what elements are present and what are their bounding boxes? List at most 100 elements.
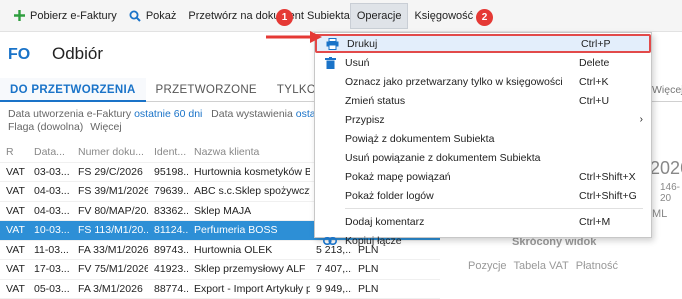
cell-vat-type: VAT [0, 263, 28, 275]
cell-doc-number: FA 33/M1/2026 [72, 244, 148, 256]
cell-client-name: Sklep przemysłowy ALF [188, 263, 310, 275]
menu-item-delete[interactable]: Usuń Delete [315, 53, 651, 72]
tab-tabela-vat[interactable]: Tabela VAT [514, 260, 569, 272]
detail-sub: 146-20 [660, 182, 682, 204]
filter-created-label: Data utworzenia e-Faktury [8, 108, 131, 120]
cell-date: 11-03... [28, 244, 72, 256]
filter-bar: Data utworzenia e-Faktury ostatnie 60 dn… [8, 108, 364, 134]
filter-created-value[interactable]: ostatnie 60 dni [134, 108, 202, 120]
accounting-menu-button[interactable]: Księgowość [408, 3, 479, 29]
cell-doc-number: FS 39/M1/2026 [72, 185, 148, 197]
operations-dropdown-menu: Drukuj Ctrl+P Usuń Delete Oznacz jako pr… [314, 32, 652, 238]
menu-item-assign[interactable]: Przypisz › [315, 110, 651, 129]
tab-przetworzone[interactable]: PRZETWORZONE [146, 78, 267, 102]
operations-menu-button[interactable]: Operacje [350, 3, 409, 29]
plus-icon [14, 10, 25, 21]
col-header-ident[interactable]: Ident... [148, 146, 188, 158]
menu-label-copy-link: Kopiuj łącze [345, 235, 651, 247]
page-title: Odbiór [52, 44, 103, 64]
col-header-client[interactable]: Nazwa klienta [188, 146, 310, 158]
menu-shortcut-show-map: Ctrl+Shift+X [579, 171, 636, 183]
more-link-right[interactable]: Więcej [652, 84, 682, 96]
detail-tabs: Pozycje Tabela VAT Płatność [468, 260, 618, 272]
search-icon [129, 10, 141, 22]
col-header-date[interactable]: Data... [28, 146, 72, 158]
module-badge: FO [8, 44, 34, 66]
cell-vat-type: VAT [0, 283, 28, 295]
cell-client-name: Hurtownia kosmetyków B... [188, 166, 310, 178]
menu-item-unlink-document[interactable]: Usuń powiązanie z dokumentem Subiekta [315, 148, 651, 167]
tab-do-przetworzenia[interactable]: DO PRZETWORZENIA [0, 78, 146, 102]
cell-client-name: Perfumeria BOSS [188, 224, 310, 236]
cell-ident: 81124... [148, 224, 188, 236]
cell-doc-number: FA 3/M1/2026 [72, 283, 148, 295]
cell-client-name: Hurtownia OLEK [188, 244, 310, 256]
cell-ident: 89743... [148, 244, 188, 256]
detail-ml-tab[interactable]: ML [652, 208, 667, 220]
cell-amount: 7 407,... [310, 263, 352, 275]
menu-item-print[interactable]: Drukuj Ctrl+P [315, 34, 651, 53]
menu-item-show-logs[interactable]: Pokaż folder logów Ctrl+Shift+G [315, 186, 651, 205]
cell-date: 04-03... [28, 205, 72, 217]
cell-currency: PLN [352, 263, 392, 275]
cell-amount: 9 949,... [310, 283, 352, 295]
download-efaktury-label: Pobierz e-Faktury [30, 10, 117, 22]
table-row[interactable]: VAT17-03...FV 75/M1/202641923...Sklep pr… [0, 260, 440, 280]
annotation-arrow-icon [262, 20, 326, 44]
filter-issued-label: Data wystawienia [211, 108, 293, 120]
cell-client-name: ABC s.c.Sklep spożywczy [188, 185, 310, 197]
tab-platnosc[interactable]: Płatność [576, 260, 618, 272]
operations-label: Operacje [357, 10, 402, 22]
cell-date: 03-03... [28, 166, 72, 178]
cell-date: 17-03... [28, 263, 72, 275]
cell-vat-type: VAT [0, 224, 28, 236]
menu-item-copy-link[interactable]: Kopiuj łącze [315, 231, 651, 250]
menu-shortcut-delete: Delete [579, 57, 609, 69]
menu-label-unlink-document: Usuń powiązanie z dokumentem Subiekta [345, 152, 651, 164]
cell-client-name: Export - Import Artykuły p... [188, 283, 310, 295]
show-button[interactable]: Pokaż [123, 3, 183, 29]
tab-pozycje[interactable]: Pozycje [468, 260, 507, 272]
col-header-r[interactable]: R [0, 146, 28, 158]
cell-ident: 88774... [148, 283, 188, 295]
cell-ident: 41923... [148, 263, 188, 275]
menu-shortcut-print: Ctrl+P [581, 38, 610, 50]
menu-separator [345, 208, 643, 209]
callout-badge-2: 2 [476, 9, 493, 26]
cell-date: 10-03... [28, 224, 72, 236]
cell-ident: 95198... [148, 166, 188, 178]
cell-date: 05-03... [28, 283, 72, 295]
toolbar: Pobierz e-Faktury Pokaż Przetwórz na dok… [0, 0, 682, 32]
cell-currency: PLN [352, 283, 392, 295]
callout-badge-1: 1 [276, 9, 293, 26]
menu-item-mark-accounting[interactable]: Oznacz jako przetwarzany tylko w księgow… [315, 72, 651, 91]
menu-item-link-document[interactable]: Powiąż z dokumentem Subiekta [315, 129, 651, 148]
accounting-label: Księgowość [414, 10, 473, 22]
cell-doc-number: FS 29/C/2026 [72, 166, 148, 178]
menu-item-show-map[interactable]: Pokaż mapę powiązań Ctrl+Shift+X [315, 167, 651, 186]
cell-ident: 83362... [148, 205, 188, 217]
cell-ident: 79639... [148, 185, 188, 197]
download-efaktury-button[interactable]: Pobierz e-Faktury [8, 3, 123, 29]
filter-flag[interactable]: Flaga (dowolna) [8, 121, 83, 133]
menu-label-assign: Przypisz [345, 114, 651, 126]
table-row[interactable]: VAT05-03...FA 3/M1/202688774...Export - … [0, 280, 440, 299]
trash-icon [315, 57, 345, 69]
cell-vat-type: VAT [0, 185, 28, 197]
cell-doc-number: FS 113/M1/20... [72, 224, 148, 236]
menu-shortcut-mark-accounting: Ctrl+K [579, 76, 608, 88]
menu-shortcut-change-status: Ctrl+U [579, 95, 609, 107]
menu-item-add-comment[interactable]: Dodaj komentarz Ctrl+M [315, 212, 651, 231]
cell-client-name: Sklep MAJA [188, 205, 310, 217]
link-icon [315, 237, 345, 245]
cell-vat-type: VAT [0, 205, 28, 217]
detail-number: 2026 [650, 158, 682, 179]
cell-vat-type: VAT [0, 166, 28, 178]
menu-item-change-status[interactable]: Zmień status Ctrl+U [315, 91, 651, 110]
cell-doc-number: FV 75/M1/2026 [72, 263, 148, 275]
menu-shortcut-show-logs: Ctrl+Shift+G [579, 190, 637, 202]
col-header-number[interactable]: Numer doku... [72, 146, 148, 158]
filter-more[interactable]: Więcej [90, 121, 122, 133]
show-label: Pokaż [146, 10, 177, 22]
chevron-right-icon: › [640, 114, 643, 125]
